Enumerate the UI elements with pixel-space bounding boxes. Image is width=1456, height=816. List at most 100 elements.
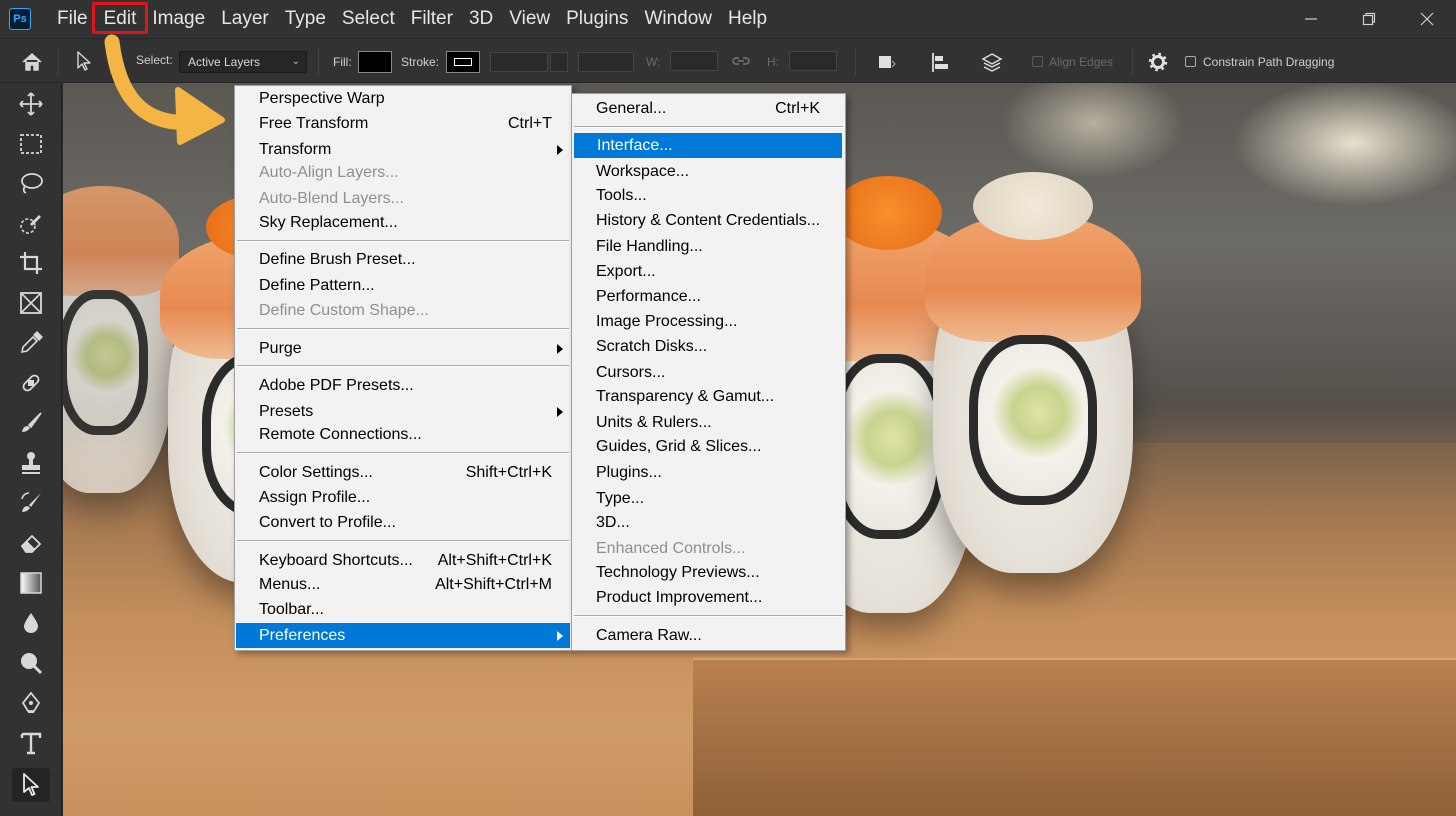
menu-filter[interactable]: Filter [403,0,461,38]
arrow-cursor-icon [23,773,39,796]
link-icon[interactable] [731,53,751,69]
menu-edit[interactable]: Edit [91,0,149,38]
pref-item-image-processing[interactable]: Image Processing... [573,309,844,334]
menu-item-presets[interactable]: Presets [236,399,570,424]
stroke-label: Stroke: [401,55,440,69]
pref-item-3d[interactable]: 3D... [573,510,844,535]
menu-layer[interactable]: Layer [213,0,277,38]
constrain-path-checkbox[interactable] [1185,56,1196,67]
menu-item-keyboard-shortcuts[interactable]: Keyboard Shortcuts... Alt+Shift+Ctrl+K [236,548,570,573]
menu-item-assign-profile[interactable]: Assign Profile... [236,485,570,510]
pref-item-interface[interactable]: Interface... [574,133,842,158]
menu-item-sky-replacement[interactable]: Sky Replacement... [236,210,570,235]
clone-stamp-tool[interactable] [12,446,50,480]
gear-icon[interactable] [1148,52,1168,72]
path-selection-tool[interactable] [12,768,50,802]
menu-item-auto-align-layers: Auto-Align Layers... [259,164,399,181]
history-brush-icon [21,492,41,512]
pref-item-guides-grid-slices[interactable]: Guides, Grid & Slices... [573,434,844,459]
minimize-button[interactable] [1282,0,1340,38]
quick-selection-tool[interactable] [12,207,50,241]
history-brush-tool[interactable] [12,486,50,520]
pref-item-file-handling[interactable]: File Handling... [573,234,844,259]
eyedropper-tool[interactable] [12,326,50,360]
pref-item-scratch-disks[interactable]: Scratch Disks... [573,334,844,359]
menu-item-menus[interactable]: Menus... Alt+Shift+Ctrl+M [236,572,570,597]
pref-item-units-rulers[interactable]: Units & Rulers... [573,410,844,435]
home-icon[interactable] [21,52,43,72]
menu-item-remote-connections[interactable]: Remote Connections... [236,422,570,447]
select-dropdown[interactable]: Active Layers ⌄ [179,51,307,73]
dodge-tool[interactable] [12,646,50,680]
menu-item-color-settings[interactable]: Color Settings... Shift+Ctrl+K [236,460,570,485]
type-tool[interactable] [12,726,50,760]
pen-icon [21,691,41,713]
menu-item-adobe-pdf-presets[interactable]: Adobe PDF Presets... [236,373,570,398]
menu-item-perspective-warp[interactable]: Perspective Warp [236,86,570,111]
menu-item-free-transform[interactable]: Free Transform Ctrl+T [236,111,570,136]
menu-view[interactable]: View [501,0,558,38]
height-input[interactable] [789,51,837,71]
pref-item-type[interactable]: Type... [573,486,844,511]
menu-window[interactable]: Window [636,0,720,38]
gradient-tool[interactable] [12,566,50,600]
submenu-arrow-icon [557,344,563,354]
pref-item-plugins[interactable]: Plugins... [573,460,844,485]
crop-icon [20,252,42,274]
menu-item-convert-to-profile[interactable]: Convert to Profile... [236,510,570,535]
width-input[interactable] [670,51,718,71]
menu-type[interactable]: Type [277,0,334,38]
pref-item-workspace[interactable]: Workspace... [573,159,844,184]
restore-button[interactable] [1340,0,1398,38]
submenu-arrow-icon [557,631,563,641]
menu-item-transform[interactable]: Transform [236,137,570,162]
menu-help[interactable]: Help [720,0,775,38]
eraser-tool[interactable] [12,526,50,560]
menu-select[interactable]: Select [334,0,403,38]
pref-item-performance[interactable]: Performance... [573,284,844,309]
stroke-swatch[interactable] [446,51,480,73]
frame-tool[interactable] [12,286,50,320]
path-operations-icon[interactable] [877,52,897,72]
pref-item-camera-raw[interactable]: Camera Raw... [573,623,844,648]
path-arrangement-icon[interactable] [980,51,1004,75]
menu-plugins[interactable]: Plugins [558,0,636,38]
menu-3d[interactable]: 3D [461,0,501,38]
pref-item-history[interactable]: History & Content Credentials... [573,208,844,233]
stroke-width-stepper[interactable] [550,52,568,72]
fill-swatch[interactable] [358,51,392,73]
pref-item-cursors[interactable]: Cursors... [573,360,844,385]
pref-item-tools[interactable]: Tools... [573,183,844,208]
menu-item-preferences[interactable]: Preferences [236,623,570,648]
close-icon [1420,12,1434,26]
menu-separator [574,615,843,617]
pref-item-general[interactable]: General... Ctrl+K [573,96,844,121]
align-edges-checkbox[interactable] [1032,56,1043,67]
pref-item-transparency-gamut[interactable]: Transparency & Gamut... [573,384,844,409]
window-controls [1282,0,1456,38]
pref-item-product-improvement[interactable]: Product Improvement... [573,585,844,610]
menu-item-toolbar[interactable]: Toolbar... [236,597,570,622]
blur-tool[interactable] [12,606,50,640]
pen-tool[interactable] [12,686,50,720]
submenu-arrow-icon [557,407,563,417]
stroke-type-dropdown[interactable] [578,52,634,72]
shortcut-label: Ctrl+T [508,115,552,132]
menu-image[interactable]: Image [144,0,213,38]
crop-tool[interactable] [12,246,50,280]
menu-item-define-brush-preset[interactable]: Define Brush Preset... [236,247,570,272]
spot-healing-tool[interactable] [12,366,50,400]
menu-item-purge[interactable]: Purge [236,336,570,361]
path-alignment-icon[interactable] [930,52,952,74]
brush-tool[interactable] [12,406,50,440]
lasso-tool[interactable] [12,166,50,200]
pref-item-export[interactable]: Export... [573,259,844,284]
marquee-tool[interactable] [12,127,50,161]
pref-item-technology-previews[interactable]: Technology Previews... [573,560,844,585]
menu-file[interactable]: File [49,0,96,38]
close-button[interactable] [1398,0,1456,38]
path-selection-tool-icon [77,51,91,71]
move-tool[interactable] [12,87,50,121]
menu-item-define-pattern[interactable]: Define Pattern... [236,273,570,298]
stroke-width-input[interactable] [490,52,548,72]
